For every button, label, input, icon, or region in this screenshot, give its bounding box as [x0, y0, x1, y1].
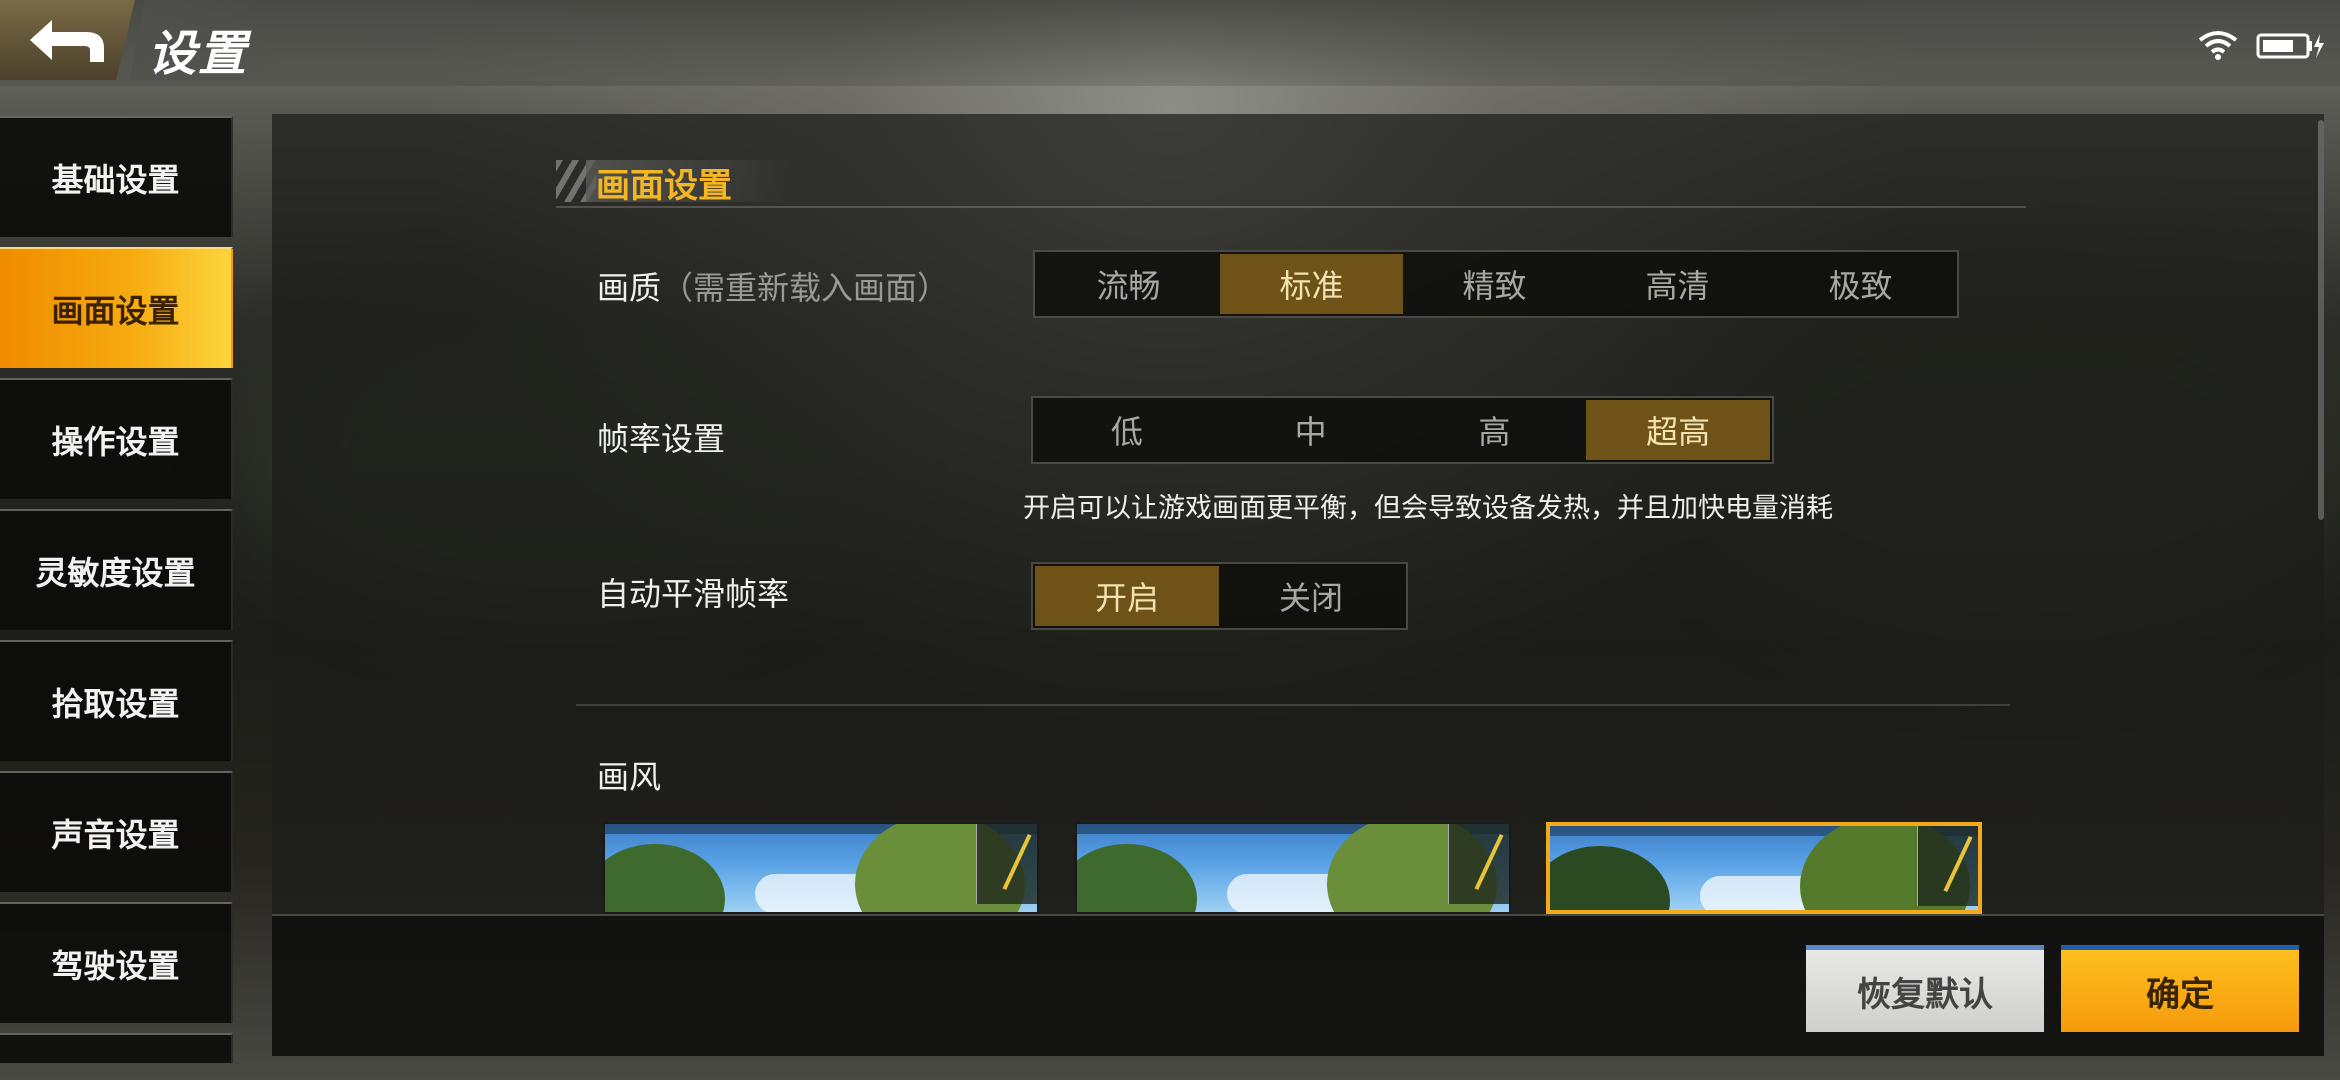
sidebar-item-graphics[interactable]: 画面设置 [0, 247, 233, 368]
thumbnail-tree [1550, 846, 1670, 910]
framerate-option-low[interactable]: 低 [1035, 400, 1219, 460]
quality-label-text: 画质 [597, 269, 662, 307]
section-divider [576, 704, 2010, 706]
style-label: 画风 [597, 758, 662, 796]
quality-option-standard[interactable]: 标准 [1220, 254, 1403, 314]
smooth-frame-label: 自动平滑帧率 [597, 575, 790, 613]
sidebar-item-sensitivity[interactable]: 灵敏度设置 [0, 509, 233, 630]
smooth-frame-toggle: 开启 关闭 [1031, 562, 1408, 630]
reset-default-button[interactable]: 恢复默认 [1806, 945, 2044, 1032]
framerate-note: 开启可以让游戏画面更平衡，但会导致设备发热，并且加快电量消耗 [1023, 493, 1833, 524]
framerate-option-ultra[interactable]: 超高 [1586, 400, 1770, 460]
quality-hint: （需重新载入画面） [661, 269, 950, 307]
sidebar-item-label: 基础设置 [51, 160, 180, 199]
sidebar-item-driving[interactable]: 驾驶设置 [0, 902, 233, 1023]
quality-option-hd[interactable]: 高清 [1586, 254, 1769, 314]
wifi-icon [2198, 31, 2238, 60]
quality-option-ultra[interactable]: 极致 [1769, 254, 1952, 314]
framerate-label: 帧率设置 [597, 420, 726, 458]
confirm-button[interactable]: 确定 [2061, 945, 2299, 1032]
battery-charging-icon [2256, 33, 2324, 59]
framerate-option-medium[interactable]: 中 [1219, 400, 1403, 460]
framerate-option-high[interactable]: 高 [1403, 400, 1587, 460]
sidebar-item-label: 拾取设置 [51, 684, 180, 723]
section-title: 画面设置 [596, 166, 732, 206]
thumbnail-tree [1077, 844, 1197, 912]
back-arrow-icon [30, 20, 104, 62]
sidebar-item-basic[interactable]: 基础设置 [0, 116, 233, 237]
quality-option-fine[interactable]: 精致 [1403, 254, 1586, 314]
status-bar [2198, 30, 2326, 60]
sidebar-item-label: 画面设置 [51, 291, 180, 330]
sidebar-item-sound[interactable]: 声音设置 [0, 771, 233, 892]
sidebar-item-label: 驾驶设置 [51, 946, 180, 985]
section-header: 画面设置 [556, 156, 2026, 208]
sidebar-item-controls[interactable]: 操作设置 [0, 378, 233, 499]
style-thumbnail-2[interactable] [1075, 822, 1511, 914]
page-title: 设置 [148, 26, 249, 82]
sidebar-item-label: 灵敏度设置 [35, 553, 196, 592]
sidebar-item-label: 操作设置 [51, 422, 180, 461]
thumbnail-tree [605, 844, 725, 912]
smooth-frame-off[interactable]: 关闭 [1219, 566, 1403, 626]
quality-selector: 流畅 标准 精致 高清 极致 [1033, 250, 1959, 318]
quality-option-smooth[interactable]: 流畅 [1037, 254, 1220, 314]
sidebar-item-pickup[interactable]: 拾取设置 [0, 640, 233, 761]
top-bar [0, 0, 2340, 86]
style-thumbnail-1[interactable] [603, 822, 1039, 914]
back-button[interactable] [0, 0, 135, 80]
framerate-selector: 低 中 高 超高 [1031, 396, 1774, 464]
settings-sidebar: 基础设置 画面设置 操作设置 灵敏度设置 拾取设置 声音设置 驾驶设置 [0, 116, 233, 1063]
smooth-frame-on[interactable]: 开启 [1035, 566, 1219, 626]
quality-label: 画质（需重新载入画面） [597, 263, 949, 309]
sidebar-item-label: 声音设置 [51, 815, 180, 854]
style-thumbnail-3[interactable] [1546, 822, 1982, 914]
panel-scrollbar[interactable] [2318, 120, 2324, 520]
sidebar-item-more[interactable] [0, 1033, 233, 1063]
